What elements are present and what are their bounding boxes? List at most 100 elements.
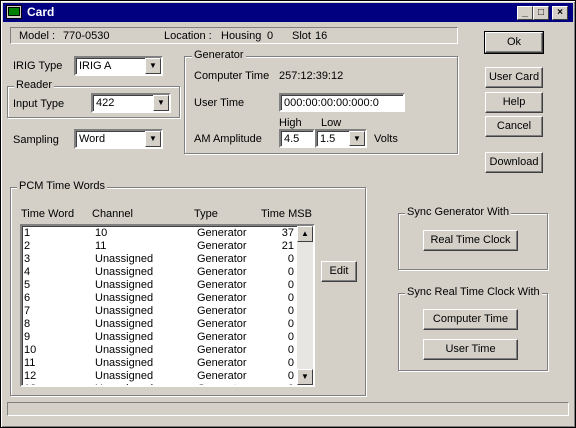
user-time-input[interactable]: 000:00:00:00:000:0 xyxy=(279,93,405,112)
type-cell: Generator xyxy=(197,279,247,291)
time-word-cell: 11 xyxy=(24,357,36,369)
edit-button[interactable]: Edit xyxy=(321,261,357,282)
model-label: Model : xyxy=(19,30,56,42)
real-time-clock-button[interactable]: Real Time Clock xyxy=(423,230,518,251)
table-row[interactable]: 8 Unassigned Generator 0 xyxy=(22,318,298,331)
channel-cell: Unassigned xyxy=(95,253,154,265)
model-value: 770-0530 xyxy=(63,30,110,42)
card-app-icon xyxy=(6,5,22,19)
table-row[interactable]: 2 11 Generator 21 xyxy=(22,240,298,253)
sync-rtc-title: Sync Real Time Clock With xyxy=(405,286,542,298)
channel-cell: Unassigned xyxy=(95,305,154,317)
download-button[interactable]: Download xyxy=(485,152,543,173)
pcm-time-words-group: PCM Time Words Time Word Channel Type Ti… xyxy=(10,180,366,396)
channel-cell: 11 xyxy=(95,240,107,252)
table-row[interactable]: 13 Unassigned Generator 0 xyxy=(22,383,298,385)
time-msb-cell: 37 xyxy=(281,227,294,239)
ok-button[interactable]: Ok xyxy=(484,31,544,54)
chevron-down-icon[interactable]: ▼ xyxy=(145,131,161,147)
volts-unit-label: Volts xyxy=(374,133,398,145)
type-cell: Generator xyxy=(197,253,247,265)
col-header-time-word: Time Word xyxy=(21,208,75,220)
generator-title: Generator xyxy=(192,49,246,61)
title-bar[interactable]: Card _ □ × xyxy=(3,3,573,22)
high-amplitude-value: 4.5 xyxy=(284,133,300,145)
chevron-down-icon[interactable]: ▼ xyxy=(145,58,161,74)
card-dialog: Card _ □ × Model : 770-0530 Location : H… xyxy=(0,0,576,428)
sync-rtc-group: Sync Real Time Clock With Computer Time … xyxy=(398,286,548,371)
table-row[interactable]: 7 Unassigned Generator 0 xyxy=(22,305,298,318)
input-type-select[interactable]: 422 ▼ xyxy=(91,93,171,113)
time-word-cell: 4 xyxy=(24,266,31,278)
channel-cell: Unassigned xyxy=(95,344,154,356)
minimize-icon[interactable]: _ xyxy=(517,6,533,20)
table-row[interactable]: 6 Unassigned Generator 0 xyxy=(22,292,298,305)
help-button[interactable]: Help xyxy=(485,92,543,113)
scroll-up-icon[interactable]: ▲ xyxy=(297,226,313,242)
high-amplitude-input[interactable]: 4.5 xyxy=(279,129,315,148)
input-type-label: Input Type xyxy=(13,98,65,110)
irig-type-select[interactable]: IRIG A ▼ xyxy=(74,56,163,76)
channel-cell: Unassigned xyxy=(95,266,154,278)
irig-type-label: IRIG Type xyxy=(13,60,63,72)
time-word-cell: 8 xyxy=(24,318,31,330)
table-row[interactable]: 1 10 Generator 37 xyxy=(22,227,298,240)
table-row[interactable]: 5 Unassigned Generator 0 xyxy=(22,279,298,292)
time-msb-cell: 0 xyxy=(287,253,294,265)
type-cell: Generator xyxy=(197,227,247,239)
table-row[interactable]: 4 Unassigned Generator 0 xyxy=(22,266,298,279)
type-cell: Generator xyxy=(197,357,247,369)
close-icon[interactable]: × xyxy=(552,6,568,20)
table-row[interactable]: 9 Unassigned Generator 0 xyxy=(22,331,298,344)
time-msb-cell: 0 xyxy=(287,266,294,278)
col-header-channel: Channel xyxy=(92,208,133,220)
table-row[interactable]: 3 Unassigned Generator 0 xyxy=(22,253,298,266)
time-msb-cell: 0 xyxy=(287,292,294,304)
slot-label: Slot xyxy=(292,30,311,42)
time-msb-cell: 0 xyxy=(287,318,294,330)
col-header-time-msb: Time MSB xyxy=(261,208,312,220)
type-cell: Generator xyxy=(197,292,247,304)
channel-cell: Unassigned xyxy=(95,318,154,330)
user-time-button[interactable]: User Time xyxy=(423,339,518,360)
time-msb-cell: 0 xyxy=(287,305,294,317)
user-time-label: User Time xyxy=(194,97,245,109)
am-amplitude-label: AM Amplitude xyxy=(194,133,262,145)
table-row[interactable]: 11 Unassigned Generator 0 xyxy=(22,357,298,370)
scroll-down-icon[interactable]: ▼ xyxy=(297,369,313,385)
maximize-icon[interactable]: □ xyxy=(533,6,549,20)
table-row[interactable]: 10 Unassigned Generator 0 xyxy=(22,344,298,357)
sampling-select[interactable]: Word ▼ xyxy=(74,129,163,149)
pcm-time-words-list[interactable]: 1 10 Generator 37 2 11 Generator 21 3 Unassigned G… xyxy=(20,224,315,387)
sampling-label: Sampling xyxy=(13,134,59,146)
pcm-title: PCM Time Words xyxy=(17,180,107,192)
irig-type-value: IRIG A xyxy=(79,60,112,72)
time-msb-cell: 0 xyxy=(287,370,294,382)
type-cell: Generator xyxy=(197,370,247,382)
time-word-cell: 9 xyxy=(24,331,31,343)
chevron-down-icon[interactable]: ▼ xyxy=(349,131,365,146)
user-card-button[interactable]: User Card xyxy=(485,67,543,88)
type-cell: Generator xyxy=(197,240,247,252)
computer-time-button[interactable]: Computer Time xyxy=(423,309,518,330)
input-type-value: 422 xyxy=(96,97,115,109)
type-cell: Generator xyxy=(197,344,247,356)
time-word-cell: 12 xyxy=(24,370,37,382)
channel-cell: Unassigned xyxy=(95,383,153,385)
channel-cell: 10 xyxy=(95,227,108,239)
low-label: Low xyxy=(321,117,342,129)
time-word-cell: 13 xyxy=(24,383,36,385)
generator-group: Generator Computer Time 257:12:39:12 Use… xyxy=(184,49,458,154)
channel-cell: Unassigned xyxy=(95,331,154,343)
col-header-type: Type xyxy=(194,208,218,220)
low-amplitude-select[interactable]: 1.5 ▼ xyxy=(315,129,367,148)
info-bar: Model : 770-0530 Location : Housing 0 Sl… xyxy=(10,27,458,44)
type-cell: Generator xyxy=(197,305,247,317)
vertical-scrollbar[interactable]: ▲ ▼ xyxy=(297,226,313,385)
reader-title: Reader xyxy=(14,79,55,91)
time-msb-cell: 0 xyxy=(287,357,294,369)
chevron-down-icon[interactable]: ▼ xyxy=(153,95,169,111)
table-row[interactable]: 12 Unassigned Generator 0 xyxy=(22,370,298,383)
type-cell: Generator xyxy=(197,266,247,278)
cancel-button[interactable]: Cancel xyxy=(485,116,543,137)
